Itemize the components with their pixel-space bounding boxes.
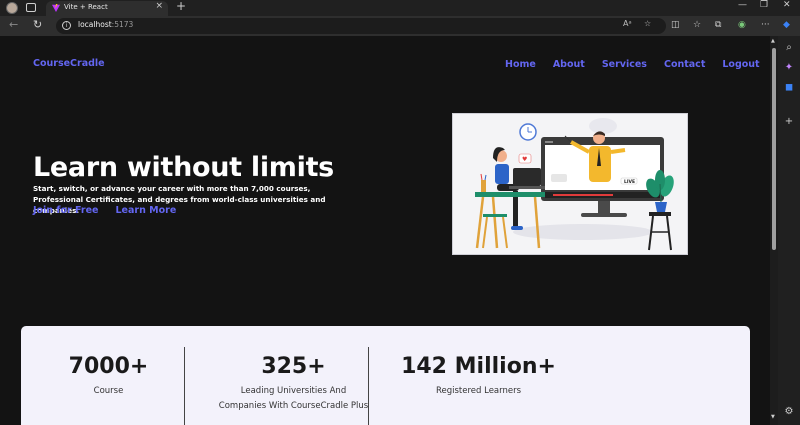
page-viewport: CourseCradle Home About Services Contact… bbox=[0, 36, 770, 425]
url-text[interactable]: localhost:5173 bbox=[78, 20, 133, 29]
nav-contact[interactable]: Contact bbox=[664, 59, 705, 70]
stat-value: 7000+ bbox=[68, 354, 149, 379]
join-for-free-link[interactable]: Join for Free bbox=[33, 205, 99, 216]
scroll-up-arrow-icon[interactable]: ▲ bbox=[771, 38, 775, 44]
minimize-icon[interactable]: — bbox=[738, 0, 747, 10]
extension-icon[interactable]: ◉ bbox=[738, 20, 746, 30]
close-window-icon[interactable]: ✕ bbox=[783, 0, 791, 10]
split-screen-icon[interactable]: ◫ bbox=[671, 20, 680, 30]
vite-favicon-icon bbox=[52, 4, 60, 12]
stat-learners: 142 Million+ Registered Learners bbox=[386, 326, 571, 425]
stat-value: 142 Million+ bbox=[401, 354, 556, 379]
search-icon[interactable]: ⌕ bbox=[783, 42, 795, 54]
browser-tab[interactable]: Vite + React × bbox=[46, 1, 168, 16]
hero-title: Learn without limits bbox=[33, 152, 334, 183]
page-scrollbar[interactable]: ▲ ▼ bbox=[770, 36, 778, 425]
tab-close-icon[interactable]: × bbox=[155, 1, 163, 11]
live-badge: LIVE bbox=[624, 179, 635, 185]
stats-section: 7000+ Course 325+ Leading Universities A… bbox=[21, 326, 750, 425]
copilot-icon[interactable]: ◆ bbox=[783, 20, 790, 30]
stat-courses: 7000+ Course bbox=[21, 326, 196, 425]
stat-label: Leading Universities And Companies With … bbox=[218, 386, 369, 411]
favorite-star-icon[interactable]: ☆ bbox=[644, 19, 651, 28]
more-menu-icon[interactable]: ··· bbox=[761, 20, 770, 30]
scroll-thumb[interactable] bbox=[772, 48, 776, 250]
refresh-icon[interactable]: ↻ bbox=[33, 18, 42, 31]
tab-title: Vite + React bbox=[64, 3, 108, 11]
stat-label: Course bbox=[93, 386, 124, 396]
nav-logout[interactable]: Logout bbox=[722, 59, 759, 70]
hero-illustration: LIVE ♥ bbox=[452, 113, 688, 255]
nav-services[interactable]: Services bbox=[602, 59, 647, 70]
sidebar-app-icon[interactable]: ✦ bbox=[783, 62, 795, 74]
read-aloud-icon[interactable]: Aᵃ bbox=[623, 19, 632, 28]
maximize-icon[interactable]: ❐ bbox=[760, 0, 768, 10]
brand-logo[interactable]: CourseCradle bbox=[33, 58, 105, 69]
sidebar-settings-gear-icon[interactable]: ⚙ bbox=[783, 406, 795, 418]
stat-partners: 325+ Leading Universities And Companies … bbox=[216, 326, 371, 425]
address-toolbar: ← ↻ i localhost:5173 Aᵃ ☆ ◫ ☆ ⧉ ◉ ··· ◆ bbox=[0, 16, 800, 36]
learn-more-link[interactable]: Learn More bbox=[116, 205, 177, 216]
stat-label: Registered Learners bbox=[435, 386, 522, 396]
stat-value: 325+ bbox=[261, 354, 326, 379]
tab-actions-icon[interactable] bbox=[26, 3, 36, 12]
hero-actions: Join for Free Learn More bbox=[33, 205, 176, 216]
favorites-icon[interactable]: ☆ bbox=[693, 20, 701, 30]
stat-divider bbox=[184, 347, 185, 425]
address-bar[interactable]: i localhost:5173 Aᵃ ☆ bbox=[56, 18, 666, 34]
svg-text:♥: ♥ bbox=[522, 156, 527, 163]
back-icon[interactable]: ← bbox=[9, 18, 18, 31]
scroll-down-arrow-icon[interactable]: ▼ bbox=[771, 414, 775, 420]
profile-avatar-icon[interactable] bbox=[6, 2, 18, 14]
site-info-icon[interactable]: i bbox=[62, 21, 71, 30]
browser-side-panel: ⌕ ✦ ◼ + ⚙ bbox=[778, 36, 800, 425]
new-tab-icon[interactable]: + bbox=[176, 0, 186, 13]
browser-tab-bar: Vite + React × + — ❐ ✕ bbox=[0, 0, 800, 16]
nav-about[interactable]: About bbox=[553, 59, 585, 70]
online-teaching-illustration-icon: LIVE ♥ bbox=[475, 118, 674, 251]
main-nav: Home About Services Contact Logout bbox=[505, 59, 760, 70]
nav-home[interactable]: Home bbox=[505, 59, 536, 70]
outlook-icon[interactable]: ◼ bbox=[783, 82, 795, 94]
collections-icon[interactable]: ⧉ bbox=[715, 20, 721, 30]
stat-divider bbox=[368, 347, 369, 425]
add-sidebar-app-icon[interactable]: + bbox=[783, 116, 795, 128]
